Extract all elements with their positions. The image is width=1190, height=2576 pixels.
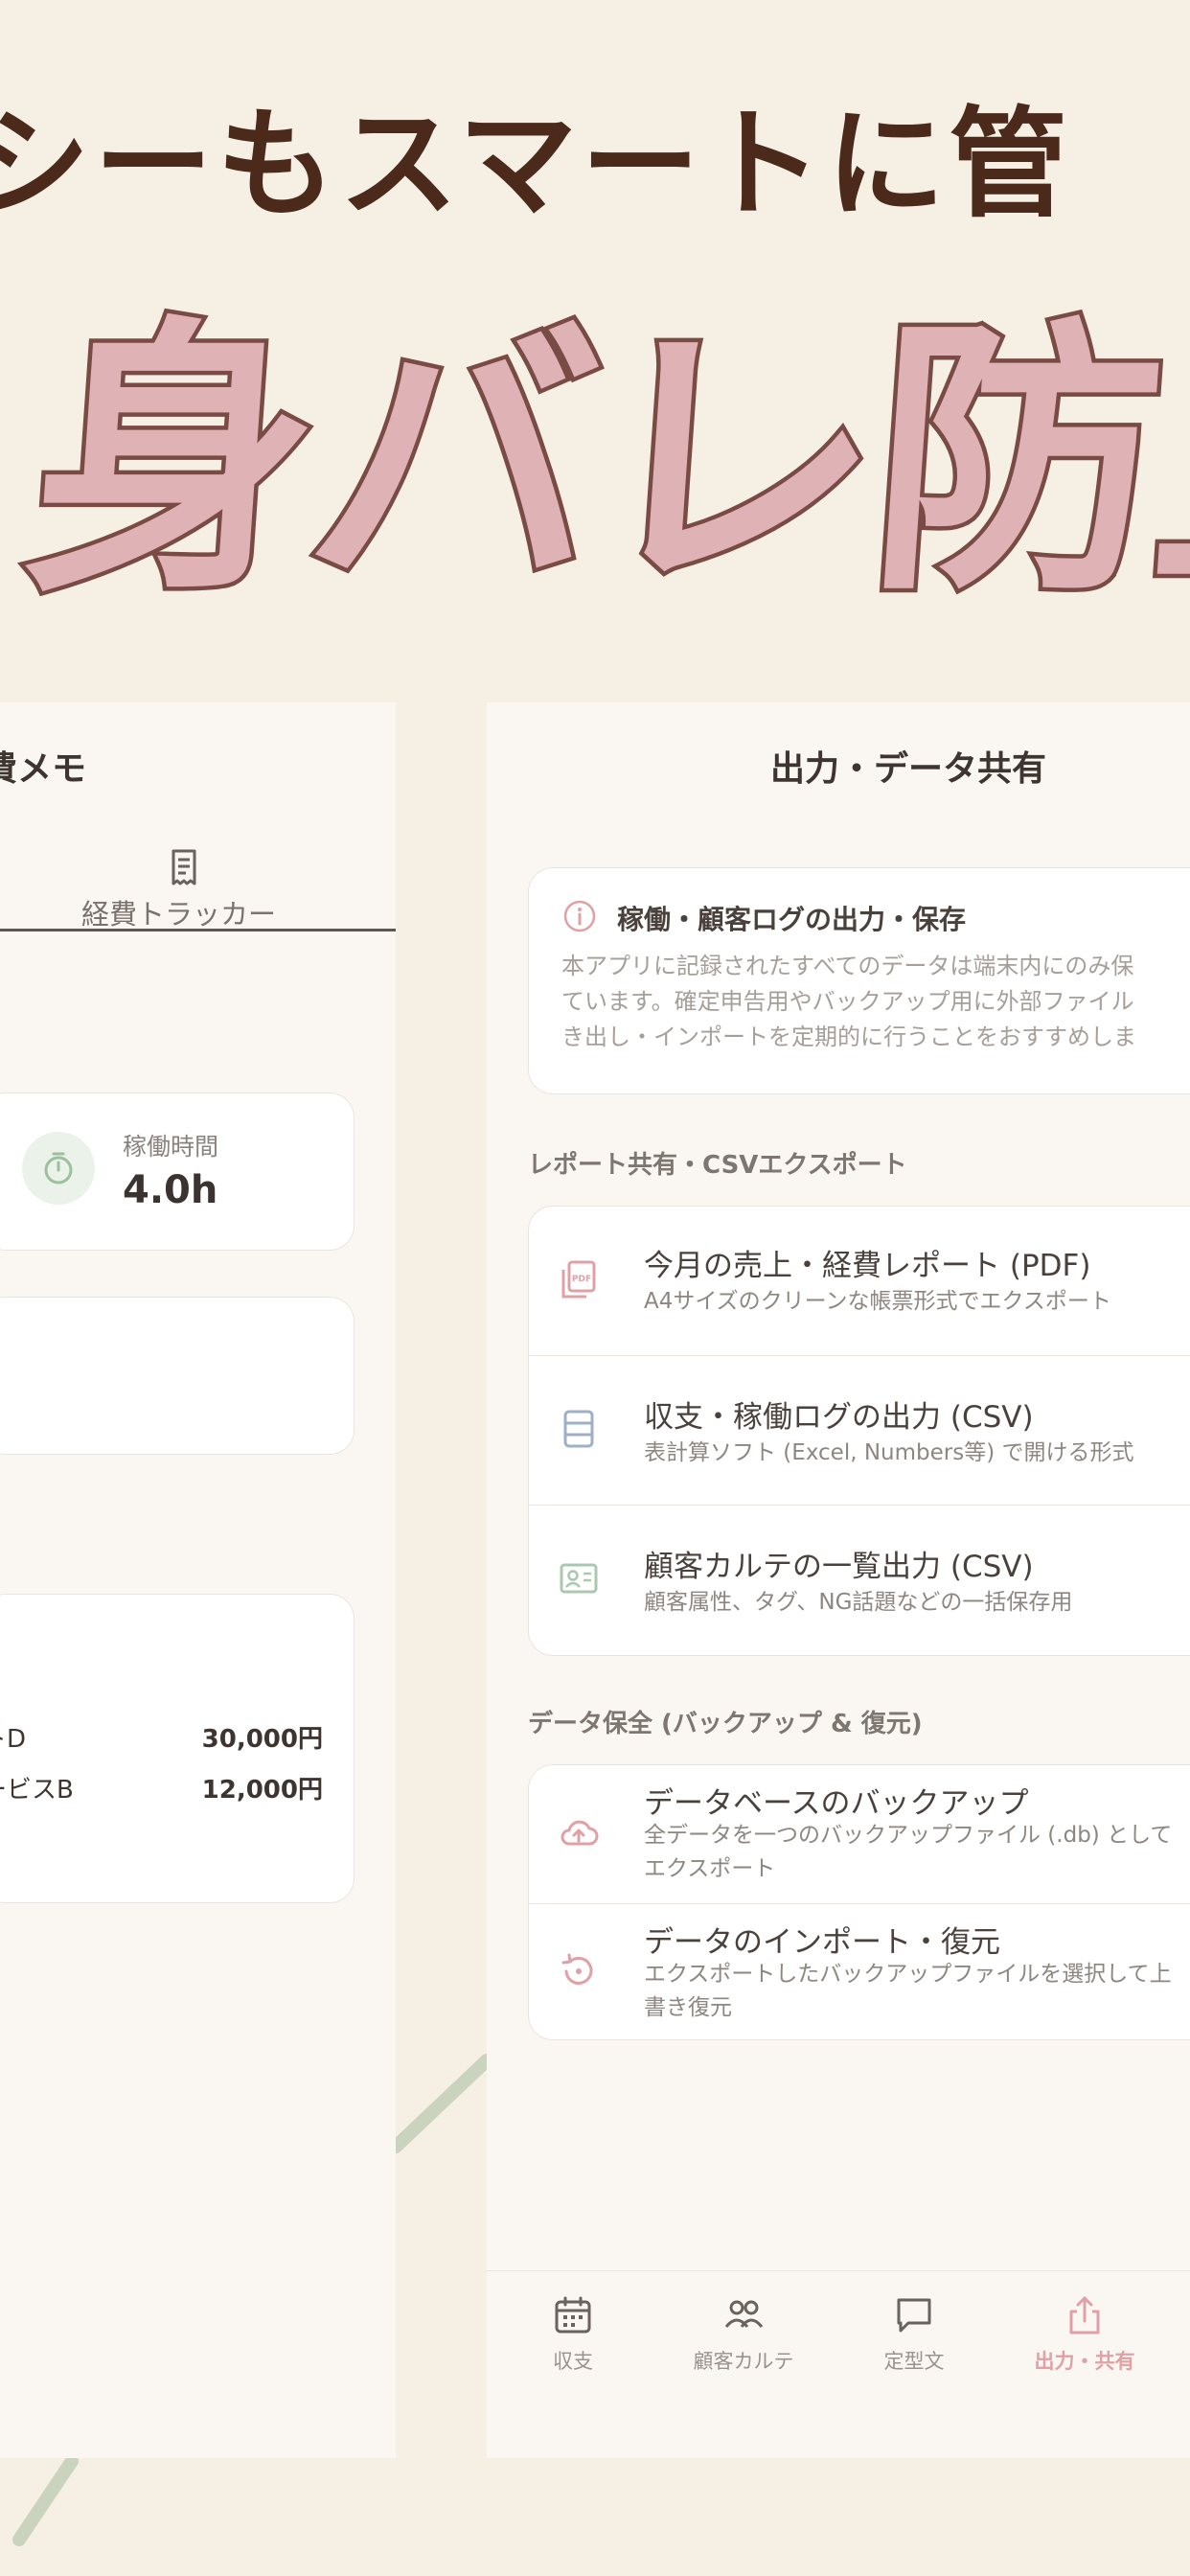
headline-top: シーもスマートに管 xyxy=(0,95,1072,234)
page-title: 出力・データ共有 xyxy=(769,749,1046,789)
contact-card-icon xyxy=(560,1563,598,1594)
report-section-label: レポート共有・CSVエクスポート xyxy=(528,1151,907,1180)
restore-icon xyxy=(561,1953,593,1985)
list-document-icon xyxy=(563,1410,594,1448)
nav-label: 顧客カルテ xyxy=(693,2350,794,2373)
info-body-line: ています。確定申告用やバックアップ用に外部ファイル xyxy=(561,988,1134,1015)
share-icon xyxy=(1069,2296,1100,2334)
backup-section-label: データ保全 (バックアップ & 復元) xyxy=(528,1710,923,1738)
tab-expense-tracker-label: 経費トラッカー xyxy=(81,898,277,931)
expense-name: トD xyxy=(0,1725,27,1754)
svg-text:PDF: PDF xyxy=(572,1275,591,1284)
left-screen-panel: 費メモ 経費トラッカー 稼働時間 4.0h トD 30,000円 ービスB xyxy=(0,702,396,2458)
right-screen-panel: 出力・データ共有 稼働・顧客ログの出力・保存 本アプリに記録されたすべてのデータ… xyxy=(487,702,1190,2458)
work-time-value: 4.0h xyxy=(123,1168,218,1212)
report-item-title: 収支・稼働ログの出力 (CSV) xyxy=(644,1400,1034,1435)
expense-row[interactable]: ービスB 12,000円 xyxy=(0,1770,323,1808)
expense-list-card: トD 30,000円 ービスB 12,000円 xyxy=(0,1594,355,1903)
backup-item-title: データベースのバックアップ xyxy=(644,1786,1029,1821)
backup-item-title: データのインポート・復元 xyxy=(644,1925,1000,1960)
expense-row[interactable]: トD 30,000円 xyxy=(0,1719,323,1758)
nav-tab-customers[interactable]: 顧客カルテ xyxy=(657,2271,830,2386)
receipt-icon xyxy=(172,849,196,886)
left-page-title: 費メモ xyxy=(0,749,87,789)
expense-amount: 30,000円 xyxy=(201,1725,323,1754)
calendar-icon xyxy=(555,2296,591,2334)
report-item-title: 顧客カルテの一覧出力 (CSV) xyxy=(644,1550,1034,1584)
info-body-line: き出し・インポートを定期的に行うことをおすすめしま xyxy=(561,1024,1136,1050)
backup-item-restore[interactable]: データのインポート・復元 エクスポートしたバックアップファイルを選択して上書き復… xyxy=(529,1903,1190,2039)
backup-item-subtitle: 全データを一つのバックアップファイル (.db) としてエクスポート xyxy=(644,1823,1173,1881)
nav-tab-export-share[interactable]: 出力・共有 xyxy=(998,2271,1171,2386)
report-item-subtitle: 表計算ソフト (Excel, Numbers等) で開ける形式 xyxy=(644,1440,1134,1465)
info-heading: 稼働・顧客ログの出力・保存 xyxy=(617,904,967,935)
nav-label: 出力・共有 xyxy=(1034,2350,1135,2373)
cloud-upload-icon xyxy=(561,1820,599,1846)
pdf-icon: PDF xyxy=(561,1260,596,1299)
nav-tab-templates[interactable]: 定型文 xyxy=(828,2271,1000,2386)
bottom-tab-bar: 収支 顧客カルテ 定型文 出力・共有 xyxy=(487,2270,1190,2458)
people-icon xyxy=(724,2300,764,2328)
info-icon xyxy=(563,900,596,932)
summary-card xyxy=(0,1297,355,1455)
report-item-title: 今月の売上・経費レポート (PDF) xyxy=(644,1249,1091,1283)
chat-bubble-icon xyxy=(897,2298,931,2333)
nav-tab-income-expense[interactable]: 収支 xyxy=(487,2271,659,2386)
expense-amount: 12,000円 xyxy=(201,1776,323,1805)
headline-big: 身バレ防止 xyxy=(12,287,1190,633)
backup-list-card: データベースのバックアップ 全データを一つのバックアップファイル (.db) と… xyxy=(528,1764,1190,2040)
backup-item-subtitle: エクスポートしたバックアップファイルを選択して上書き復元 xyxy=(644,1962,1172,2020)
nav-label: 定型文 xyxy=(883,2350,945,2373)
report-list-card: PDF 今月の売上・経費レポート (PDF) A4サイズのクリーンな帳票形式でエ… xyxy=(528,1206,1190,1656)
work-time-label: 稼働時間 xyxy=(123,1133,219,1161)
report-item-subtitle: A4サイズのクリーンな帳票形式でエクスポート xyxy=(644,1289,1111,1314)
report-item-pdf[interactable]: PDF 今月の売上・経費レポート (PDF) A4サイズのクリーンな帳票形式でエ… xyxy=(529,1207,1190,1355)
report-item-subtitle: 顧客属性、タグ、NG話題などの一括保存用 xyxy=(644,1590,1073,1615)
info-body: 本アプリに記録されたすべてのデータは端末内にのみ保 ています。確定申告用やバック… xyxy=(561,949,1190,1055)
expense-name: ービスB xyxy=(0,1776,74,1805)
timer-icon-wrap xyxy=(22,1132,95,1205)
info-card: 稼働・顧客ログの出力・保存 本アプリに記録されたすべてのデータは端末内にのみ保 … xyxy=(528,867,1190,1094)
report-item-csv-customers[interactable]: 顧客カルテの一覧出力 (CSV) 顧客属性、タグ、NG話題などの一括保存用 xyxy=(529,1505,1190,1655)
work-time-card: 稼働時間 4.0h xyxy=(0,1092,355,1251)
backup-item-export[interactable]: データベースのバックアップ 全データを一つのバックアップファイル (.db) と… xyxy=(529,1765,1190,1903)
tab-expense-tracker[interactable]: 経費トラッカー xyxy=(0,846,396,932)
nav-label: 収支 xyxy=(553,2350,593,2373)
info-body-line: 本アプリに記録されたすべてのデータは端末内にのみ保 xyxy=(561,953,1134,979)
stopwatch-icon xyxy=(44,1152,73,1184)
report-item-csv-log[interactable]: 収支・稼働ログの出力 (CSV) 表計算ソフト (Excel, Numbers等… xyxy=(529,1355,1190,1506)
